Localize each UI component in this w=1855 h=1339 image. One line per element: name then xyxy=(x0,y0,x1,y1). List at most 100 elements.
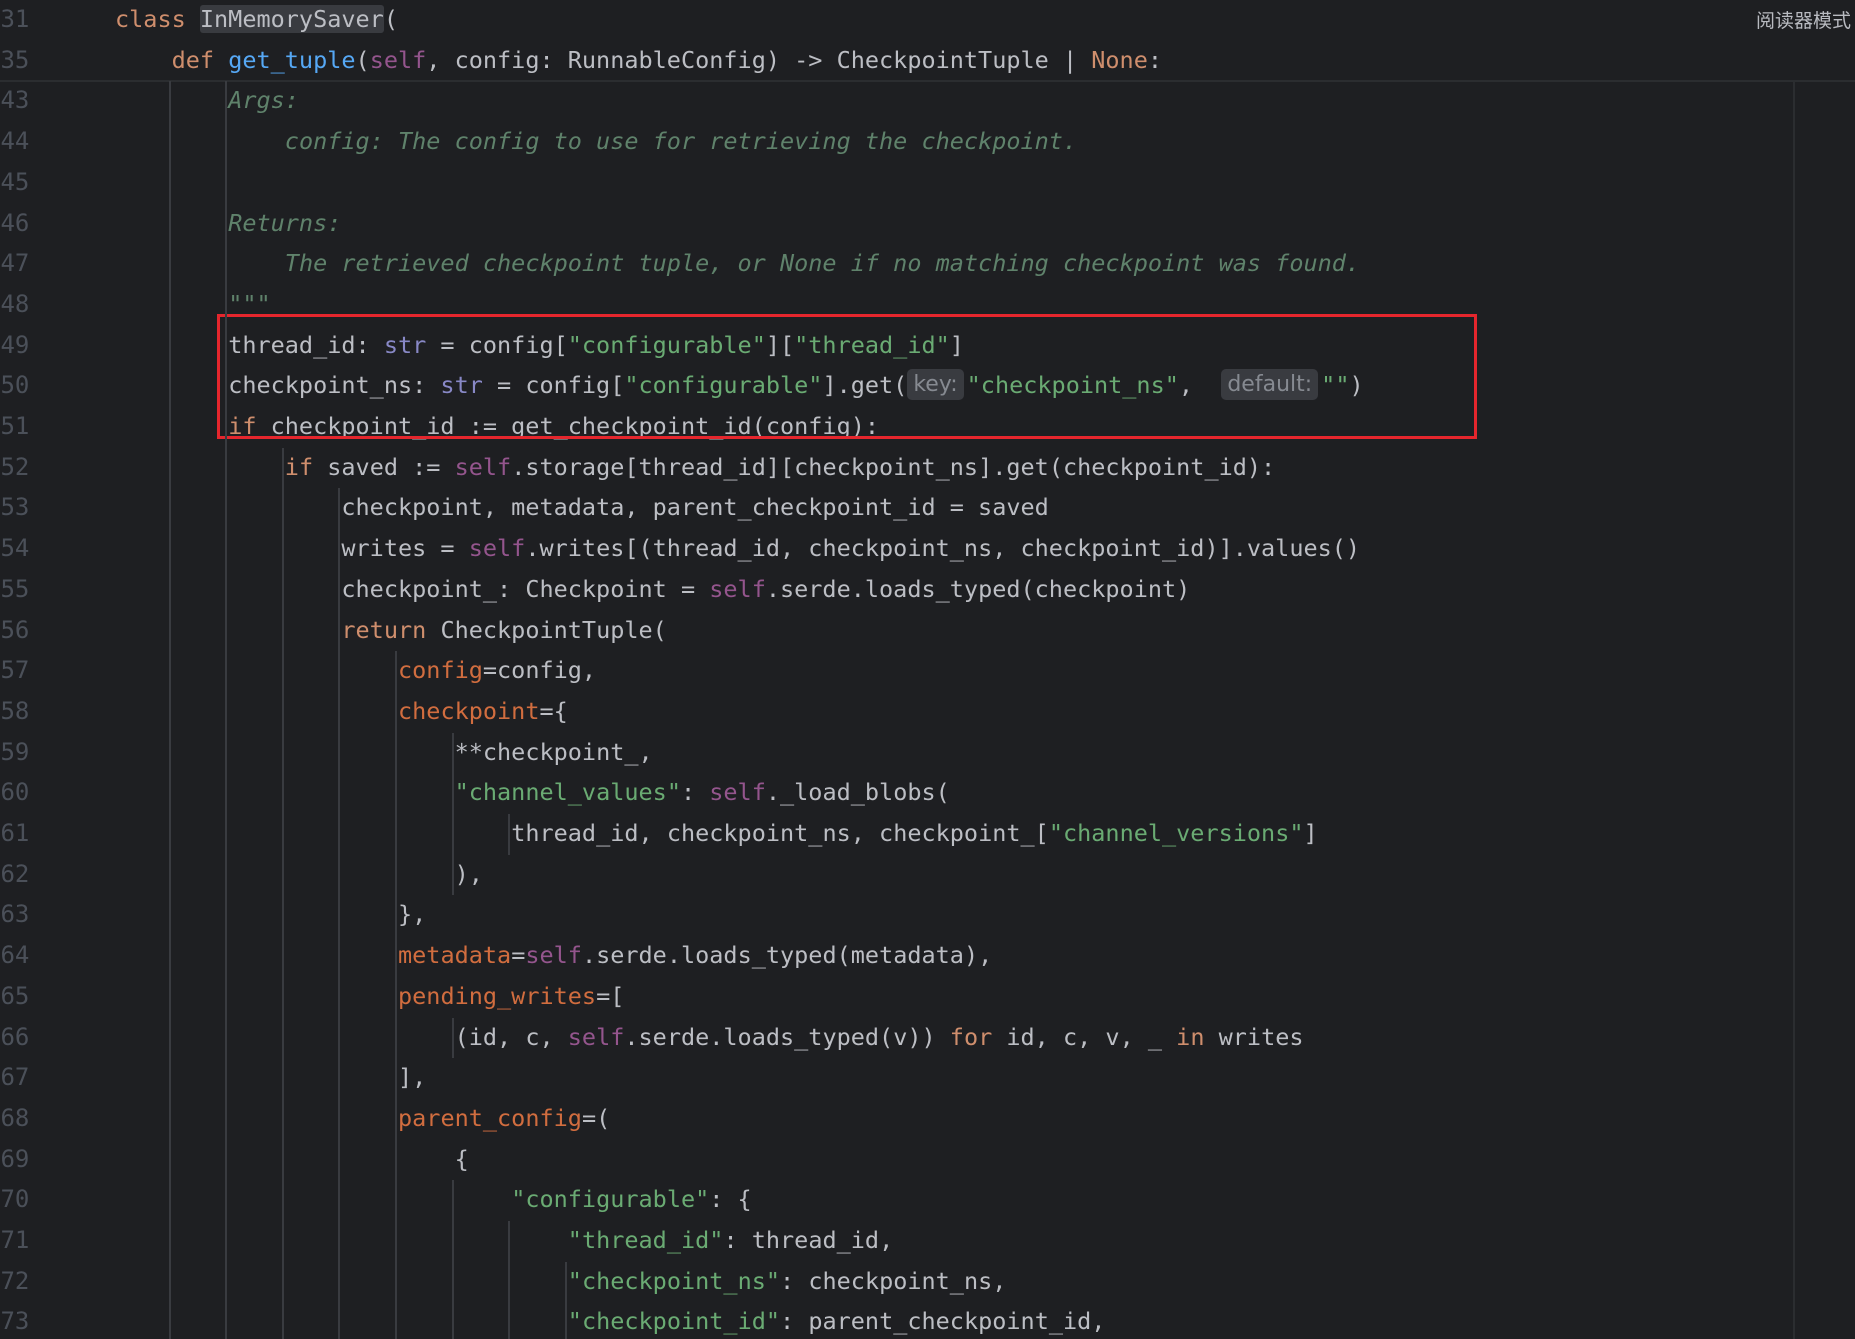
code-line[interactable]: 162), xyxy=(0,854,1855,895)
code-text[interactable]: class InMemorySaver( xyxy=(115,0,398,40)
line-number[interactable]: 167 xyxy=(0,1057,36,1098)
code-text[interactable]: "channel_values": self._load_blobs( xyxy=(455,772,950,813)
line-number[interactable]: 151 xyxy=(0,406,36,447)
line-number[interactable]: 173 xyxy=(0,1301,36,1339)
line-number[interactable]: 160 xyxy=(0,772,36,813)
code-line[interactable]: 165 pending_writes=[ xyxy=(0,976,1855,1017)
code-text[interactable]: (id, c, self.serde.loads_typed(v)) for i… xyxy=(455,1017,1304,1058)
code-line[interactable]: 167], xyxy=(0,1057,1855,1098)
line-number[interactable]: 155 xyxy=(0,569,36,610)
line-number[interactable]: 158 xyxy=(0,691,36,732)
line-number[interactable]: 171 xyxy=(0,1220,36,1261)
line-number[interactable]: 144 xyxy=(0,121,36,162)
code-line[interactable]: 143 Args: xyxy=(0,80,1855,121)
line-number[interactable]: 150 xyxy=(0,365,36,406)
code-line[interactable]: 156 return CheckpointTuple( xyxy=(0,610,1855,651)
code-text[interactable]: "thread_id": thread_id, xyxy=(568,1220,893,1261)
code-line[interactable]: 152 if saved := self.storage[thread_id][c… xyxy=(0,447,1855,488)
line-number[interactable]: 143 xyxy=(0,80,36,121)
code-text[interactable]: thread_id: str = config["configurable"][… xyxy=(228,325,964,366)
line-number[interactable]: 152 xyxy=(0,447,36,488)
line-number[interactable]: 145 xyxy=(0,162,36,203)
line-number[interactable]: 154 xyxy=(0,528,36,569)
code-text[interactable]: Returns: xyxy=(228,203,341,244)
code-line[interactable]: 169 { xyxy=(0,1139,1855,1180)
line-number[interactable]: 163 xyxy=(0,894,36,935)
line-number[interactable]: 169 xyxy=(0,1139,36,1180)
line-number[interactable]: 166 xyxy=(0,1017,36,1058)
code-text[interactable]: """ xyxy=(228,284,270,325)
code-text[interactable]: ), xyxy=(455,854,483,895)
code-text[interactable]: "checkpoint_id": parent_checkpoint_id, xyxy=(568,1301,1106,1339)
line-number[interactable]: 135 xyxy=(0,40,36,81)
code-line[interactable]: 159 **checkpoint_, xyxy=(0,732,1855,773)
code-text[interactable]: thread_id, checkpoint_ns, checkpoint_["c… xyxy=(511,813,1317,854)
code-line[interactable]: 158 checkpoint={ xyxy=(0,691,1855,732)
line-number[interactable]: 148 xyxy=(0,284,36,325)
code-text[interactable]: Args: xyxy=(228,80,299,121)
code-line[interactable]: 164 metadata=self.serde.loads_typed(metad… xyxy=(0,935,1855,976)
code-line[interactable]: 150 checkpoint_ns: str = config["configur… xyxy=(0,365,1855,406)
code-line[interactable]: 170 "configurable": { xyxy=(0,1179,1855,1220)
line-number[interactable]: 164 xyxy=(0,935,36,976)
code-text[interactable]: config=config, xyxy=(398,650,596,691)
code-text[interactable]: checkpoint={ xyxy=(398,691,568,732)
line-number[interactable]: 157 xyxy=(0,650,36,691)
code-line[interactable]: 148 """ xyxy=(0,284,1855,325)
line-number[interactable]: 146 xyxy=(0,203,36,244)
line-number[interactable]: 170 xyxy=(0,1179,36,1220)
code-line[interactable]: 153 checkpoint, metadata, parent_checkpoi… xyxy=(0,487,1855,528)
code-text[interactable]: ], xyxy=(398,1057,426,1098)
code-text[interactable]: checkpoint_ns: str = config["configurabl… xyxy=(228,365,1364,406)
code-line[interactable]: 157 config=config, xyxy=(0,650,1855,691)
line-number[interactable]: 162 xyxy=(0,854,36,895)
code-text[interactable]: parent_config=( xyxy=(398,1098,610,1139)
line-number[interactable]: 168 xyxy=(0,1098,36,1139)
code-line[interactable]: 154 writes = self.writes[(thread_id, chec… xyxy=(0,528,1855,569)
code-line[interactable]: 145 xyxy=(0,162,1855,203)
code-text[interactable]: metadata=self.serde.loads_typed(metadata… xyxy=(398,935,992,976)
code-line[interactable]: 147 The retrieved checkpoint tuple, or No… xyxy=(0,243,1855,284)
code-line[interactable]: 163}, xyxy=(0,894,1855,935)
line-number[interactable]: 153 xyxy=(0,487,36,528)
reader-mode-button[interactable]: 阅读器模式 xyxy=(1756,6,1851,33)
line-number[interactable]: 147 xyxy=(0,243,36,284)
code-text[interactable]: config: The config to use for retrieving… xyxy=(285,121,1077,162)
code-text[interactable]: checkpoint_: Checkpoint = self.serde.loa… xyxy=(341,569,1190,610)
code-text[interactable]: def get_tuple(self, config: RunnableConf… xyxy=(172,40,1162,81)
code-line[interactable]: 149 thread_id: str = config["configurable… xyxy=(0,325,1855,366)
code-text[interactable]: }, xyxy=(398,894,426,935)
code-text[interactable]: { xyxy=(455,1139,469,1180)
code-text[interactable]: return CheckpointTuple( xyxy=(341,610,666,651)
code-line[interactable]: 146 Returns: xyxy=(0,203,1855,244)
code-line[interactable]: 135 def get_tuple(self, config: RunnableC… xyxy=(0,40,1855,81)
code-line[interactable]: 161 thread_id, checkpoint_ns, checkpoint_… xyxy=(0,813,1855,854)
code-editor[interactable]: 131 class InMemorySaver( 135 def get_tuple(… xyxy=(0,0,1855,1339)
code-line[interactable]: 144 config: The config to use for retriev… xyxy=(0,121,1855,162)
code-text[interactable]: The retrieved checkpoint tuple, or None … xyxy=(285,243,1360,284)
code-line[interactable]: 168 parent_config=( xyxy=(0,1098,1855,1139)
code-text[interactable]: "configurable": { xyxy=(511,1179,752,1220)
code-text[interactable]: pending_writes=[ xyxy=(398,976,624,1017)
code-line[interactable]: 151 if checkpoint_id := get_checkpoint_id… xyxy=(0,406,1855,447)
code-text[interactable]: **checkpoint_, xyxy=(455,732,653,773)
code-text[interactable]: if saved := self.storage[thread_id][chec… xyxy=(285,447,1275,488)
code-line[interactable]: 155 checkpoint_: Checkpoint = self.serde.… xyxy=(0,569,1855,610)
line-number[interactable]: 161 xyxy=(0,813,36,854)
line-number[interactable]: 165 xyxy=(0,976,36,1017)
line-number[interactable]: 159 xyxy=(0,732,36,773)
code-line[interactable]: 166 (id, c, self.serde.loads_typed(v)) fo… xyxy=(0,1017,1855,1058)
line-number[interactable]: 149 xyxy=(0,325,36,366)
code-line[interactable]: 171 "thread_id": thread_id, xyxy=(0,1220,1855,1261)
line-number[interactable]: 172 xyxy=(0,1261,36,1302)
code-text[interactable]: if checkpoint_id := get_checkpoint_id(co… xyxy=(228,406,879,447)
code-text[interactable]: writes = self.writes[(thread_id, checkpo… xyxy=(341,528,1360,569)
line-number[interactable]: 156 xyxy=(0,610,36,651)
code-text[interactable]: "checkpoint_ns": checkpoint_ns, xyxy=(568,1261,1007,1302)
code-line[interactable]: 173 "checkpoint_id": parent_checkpoint_id… xyxy=(0,1301,1855,1339)
code-text[interactable]: checkpoint, metadata, parent_checkpoint_… xyxy=(341,487,1048,528)
code-line[interactable]: 131 class InMemorySaver( xyxy=(0,0,1855,40)
code-line[interactable]: 160 "channel_values": self._load_blobs( xyxy=(0,772,1855,813)
line-number[interactable]: 131 xyxy=(0,0,36,40)
code-line[interactable]: 172 "checkpoint_ns": checkpoint_ns, xyxy=(0,1261,1855,1302)
